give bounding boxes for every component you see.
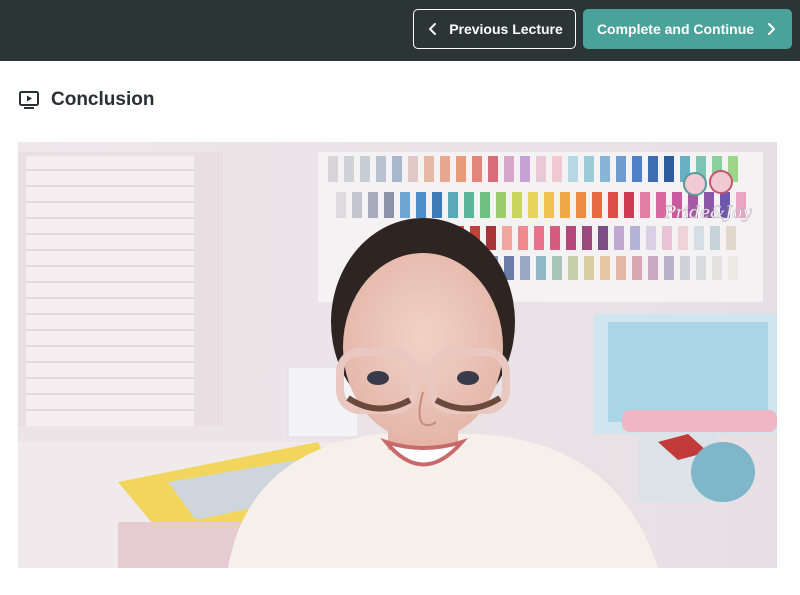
lecture-video-player[interactable]: Pride&Joy	[18, 142, 777, 568]
complete-and-continue-button[interactable]: Complete and Continue	[583, 9, 792, 49]
window-blinds	[18, 152, 233, 444]
top-navigation-bar: Previous Lecture Complete and Continue	[0, 0, 800, 61]
chevron-right-icon	[768, 23, 776, 35]
chevron-left-icon	[429, 23, 437, 35]
previous-lecture-button[interactable]: Previous Lecture	[413, 9, 576, 49]
lecture-heading: Conclusion	[19, 88, 154, 112]
lecture-title: Conclusion	[51, 89, 155, 110]
watermark-text: Pride&Joy	[663, 203, 752, 223]
video-play-icon	[19, 91, 39, 109]
previous-lecture-label: Previous Lecture	[449, 21, 563, 37]
video-frame: Pride&Joy	[18, 142, 777, 568]
complete-and-continue-label: Complete and Continue	[596, 21, 755, 37]
